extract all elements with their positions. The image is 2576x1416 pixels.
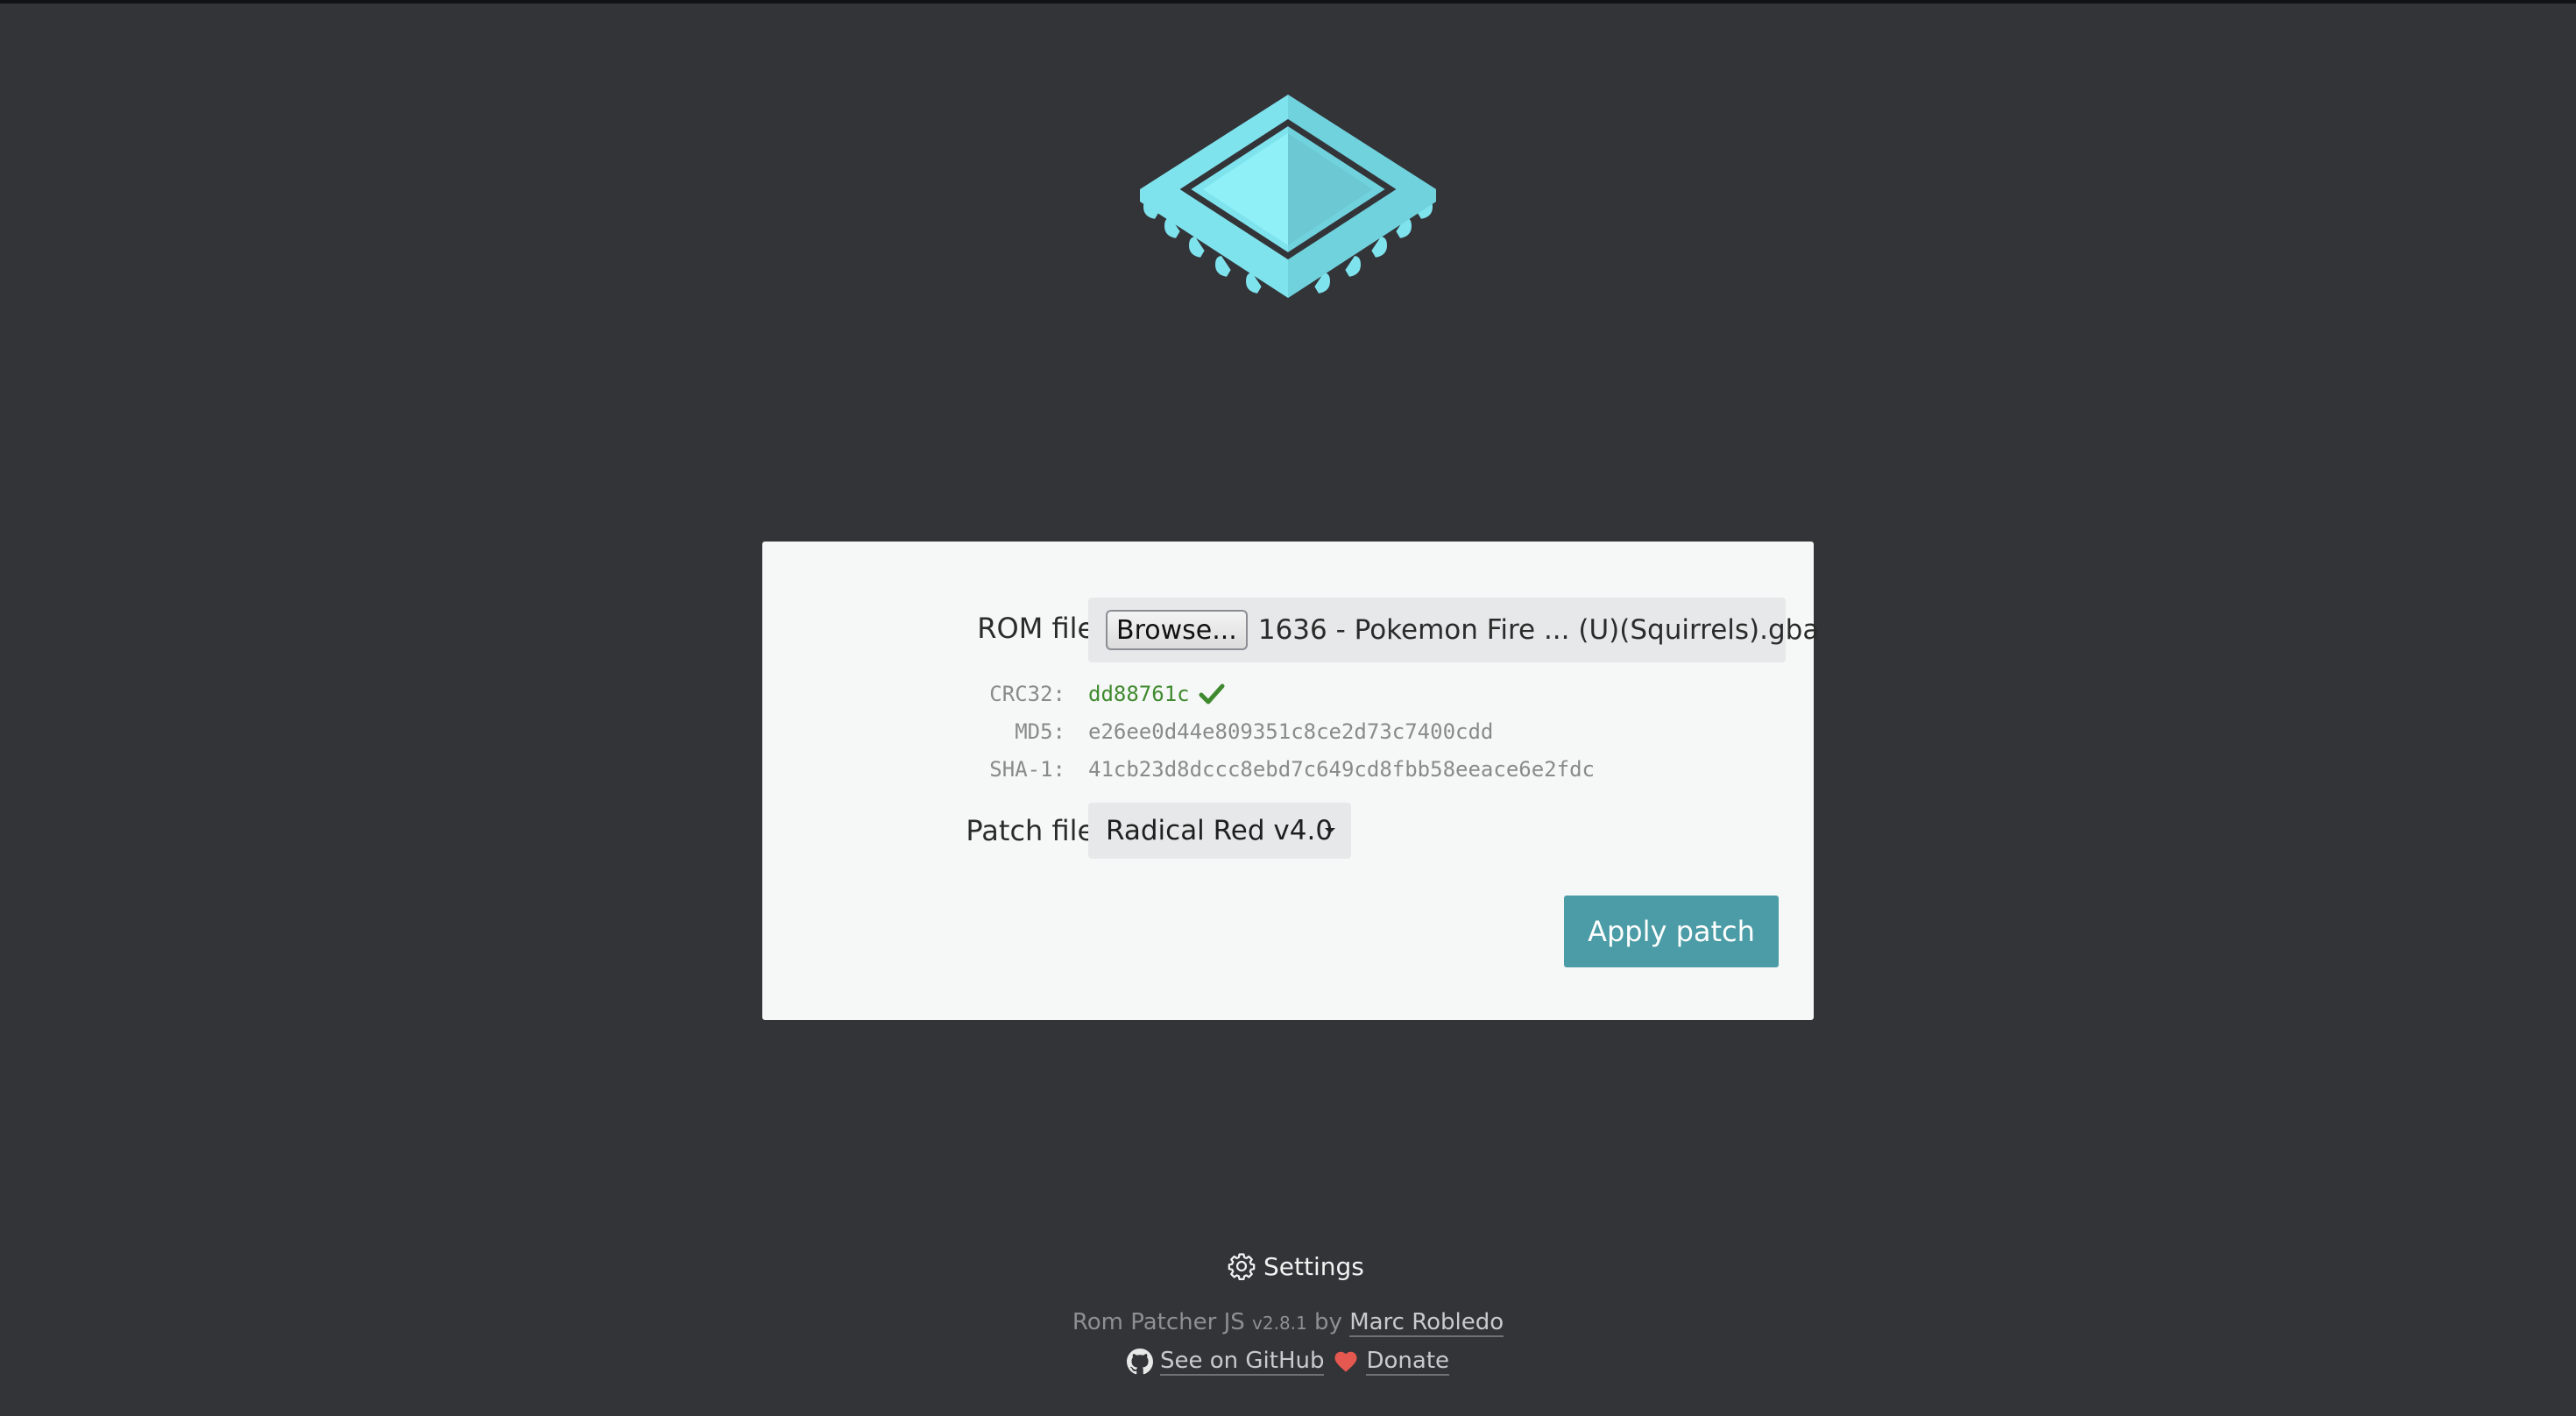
rom-file-label: ROM file:	[977, 612, 1104, 645]
rom-filename: 1636 - Pokemon Fire ... (U)(Squirrels).g…	[1257, 614, 1820, 646]
patch-selected-value: Radical Red v4.0	[1106, 815, 1334, 846]
patch-file-select[interactable]: Radical Red v4.0	[1088, 803, 1351, 859]
author-link[interactable]: Marc Robledo	[1349, 1309, 1504, 1337]
github-icon	[1126, 1349, 1153, 1375]
settings-label: Settings	[1263, 1251, 1364, 1281]
github-link[interactable]: See on GitHub	[1159, 1348, 1325, 1376]
by-text: by	[1314, 1309, 1342, 1335]
donate-link[interactable]: Donate	[1366, 1348, 1450, 1376]
heart-icon	[1334, 1351, 1357, 1372]
sha1-label: SHA-1:	[989, 757, 1065, 782]
crc32-value-row: dd88761c	[1088, 682, 1225, 706]
patch-file-label: Patch file:	[966, 814, 1104, 847]
app-name: Rom Patcher JS	[1072, 1309, 1245, 1335]
crc32-value: dd88761c	[1088, 682, 1190, 706]
app-version: v2.8.1	[1252, 1313, 1307, 1334]
chevron-down-icon	[1325, 828, 1335, 833]
md5-label: MD5:	[1015, 719, 1065, 744]
credits-line: Rom Patcher JS v2.8.1 by Marc Robledo	[0, 1309, 2576, 1337]
md5-value: e26ee0d44e809351c8ce2d73c7400cdd	[1088, 719, 1494, 744]
rom-file-input[interactable]: Browse... 1636 - Pokemon Fire ... (U)(Sq…	[1088, 598, 1819, 662]
gear-icon	[1228, 1253, 1256, 1281]
footer-links: See on GitHub Donate	[0, 1348, 2576, 1376]
apply-patch-button[interactable]: Apply patch	[1564, 896, 1779, 967]
settings-button[interactable]: Settings	[1227, 1251, 1364, 1281]
crc32-label: CRC32:	[989, 682, 1065, 706]
sha1-value: 41cb23d8dccc8ebd7c649cd8fbb58eeace6e2fdc	[1088, 757, 1595, 782]
browse-button[interactable]: Browse...	[1106, 610, 1248, 650]
rom-chip-logo	[1139, 95, 1437, 298]
patch-form-card: ROM file: Browse... 1636 - Pokemon Fire …	[762, 542, 1819, 1020]
check-icon	[1199, 683, 1225, 704]
